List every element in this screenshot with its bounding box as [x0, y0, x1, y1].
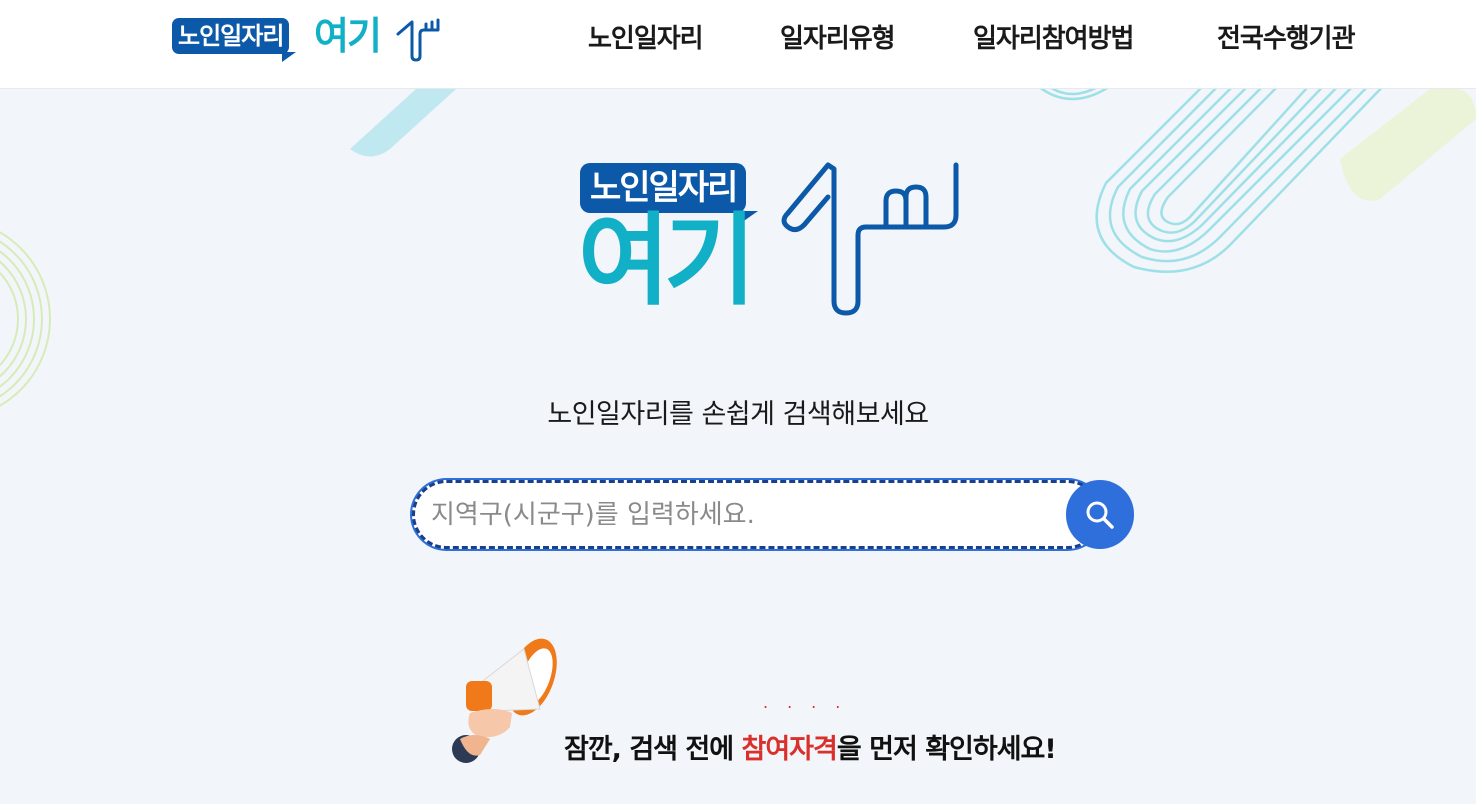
pointing-hand-icon	[781, 162, 959, 316]
nav-agencies[interactable]: 전국수행기관	[1217, 22, 1356, 56]
eligibility-notice: .... 잠깐, 검색 전에 참여자격을 먼저 확인하세요!	[450, 635, 1110, 775]
nav-how-to-participate[interactable]: 일자리참여방법	[973, 22, 1134, 56]
nav-senior-jobs[interactable]: 노인일자리	[588, 22, 704, 56]
hero-logo: 노인일자리 여기	[578, 161, 978, 321]
notice-text-before: 잠깐, 검색 전에	[564, 734, 742, 765]
search-button[interactable]	[1066, 480, 1134, 549]
search-icon	[1086, 501, 1114, 529]
notice-text: 잠깐, 검색 전에 참여자격을 먼저 확인하세요!	[564, 727, 1057, 766]
main-nav: 노인일자리 일자리유형 일자리참여방법 전국수행기관	[0, 0, 1476, 89]
notice-text-after: 을 먼저 확인하세요!	[836, 734, 1057, 765]
notice-highlight[interactable]: 참여자격	[742, 734, 838, 765]
hero-tagline: 노인일자리를 손쉽게 검색해보세요	[547, 399, 929, 430]
hero-logo-word: 여기	[578, 202, 756, 319]
decor-lines-right	[1040, 89, 1476, 273]
search-input[interactable]	[412, 480, 1102, 549]
emphasis-dots: ....	[763, 693, 860, 712]
decor-arcs-left	[0, 231, 51, 407]
megaphone-icon	[452, 638, 557, 763]
hero-section: 노인일자리 여기 노인일자리를 손쉽게 검색해보세요 ....	[0, 89, 1476, 804]
nav-job-types[interactable]: 일자리유형	[780, 22, 896, 56]
site-header: 노인일자리 여기 노인일자리 일자리유형 일자리참여방법 전국수행기관	[0, 0, 1476, 89]
search-bar	[412, 480, 1134, 550]
decor-teal-capsule	[350, 89, 456, 157]
